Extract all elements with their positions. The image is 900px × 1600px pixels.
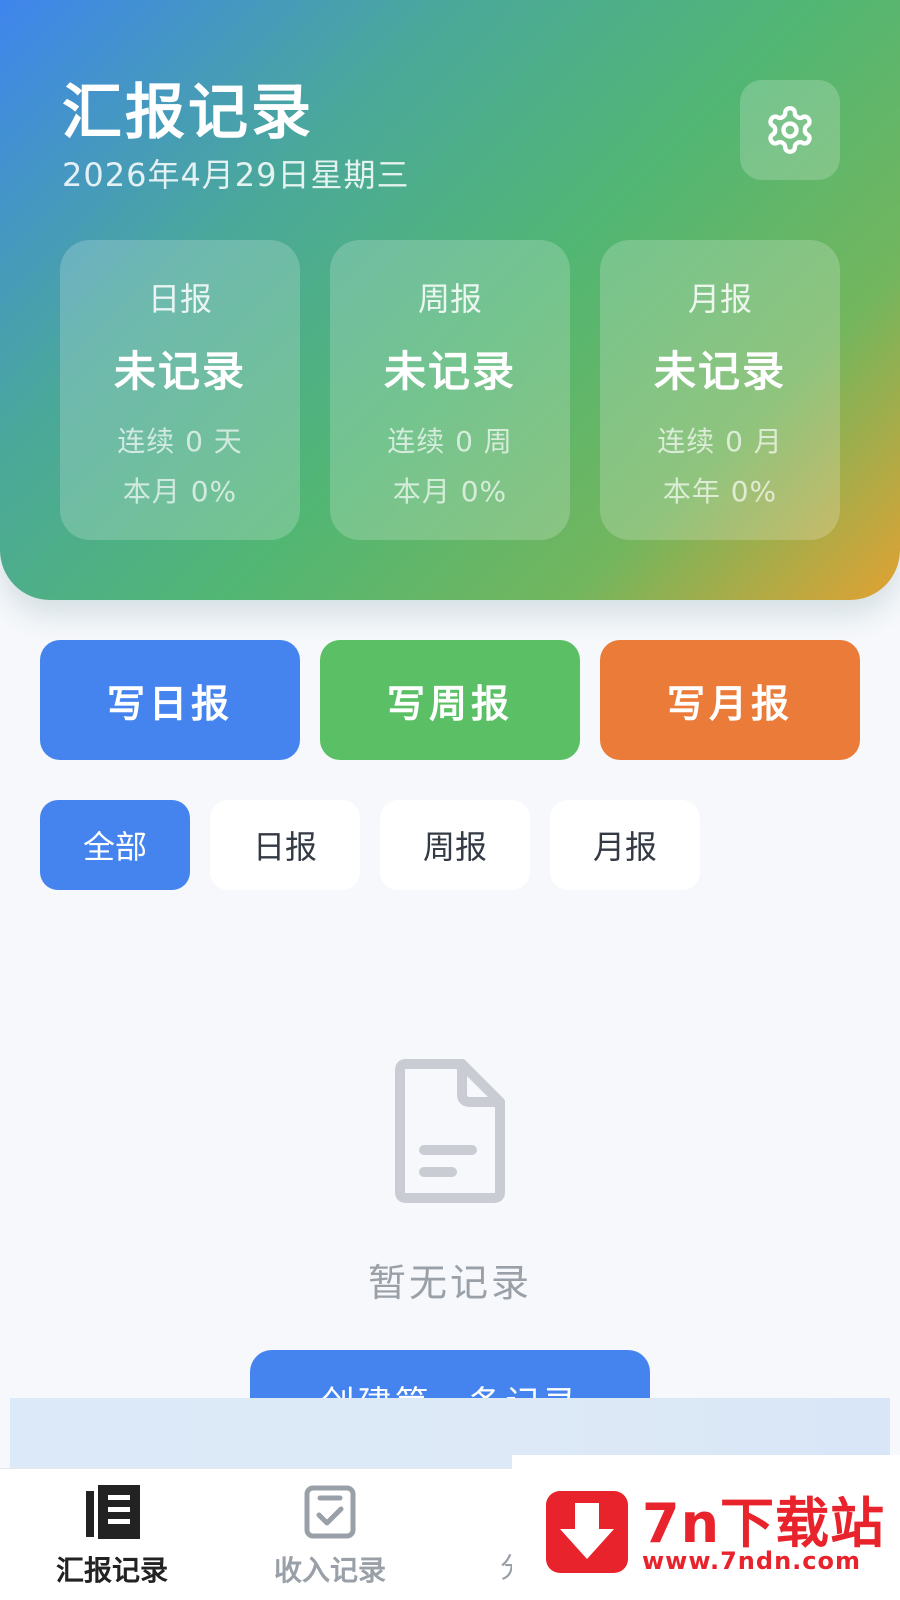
watermark-url: www.7ndn.com <box>642 1547 861 1575</box>
nav-item-reports[interactable]: 汇报记录 <box>12 1469 212 1600</box>
card-streak: 连续 0 天 <box>117 425 243 458</box>
download-logo <box>546 1491 628 1573</box>
card-rate: 本年 0% <box>662 475 778 508</box>
filter-weekly[interactable]: 周报 <box>380 800 530 890</box>
empty-state-text: 暂无记录 <box>367 1261 532 1305</box>
nav-label: 汇报记录 <box>55 1554 168 1587</box>
filter-monthly[interactable]: 月报 <box>550 800 700 890</box>
app-screen: 汇报记录 2026年4月29日星期三 日报 未记录 连续 0 天 本月 0% 周… <box>0 0 900 1600</box>
gear-icon <box>768 106 812 154</box>
page-title: 汇报记录 <box>62 78 314 148</box>
download-arrow-icon <box>560 1503 614 1559</box>
card-rate: 本月 0% <box>392 475 508 508</box>
card-streak: 连续 0 周 <box>387 425 513 458</box>
card-status: 未记录 <box>653 347 786 396</box>
header-panel: 汇报记录 2026年4月29日星期三 日报 未记录 连续 0 天 本月 0% 周… <box>0 0 900 600</box>
settings-button[interactable] <box>740 80 840 180</box>
card-status: 未记录 <box>113 347 246 396</box>
current-date: 2026年4月29日星期三 <box>62 156 410 194</box>
card-status: 未记录 <box>383 347 516 396</box>
filter-daily[interactable]: 日报 <box>210 800 360 890</box>
card-label: 月报 <box>687 280 752 318</box>
nav-item-income[interactable]: 收入记录 <box>230 1469 430 1600</box>
filter-all[interactable]: 全部 <box>40 800 190 890</box>
nav-label: 收入记录 <box>273 1554 386 1587</box>
card-streak: 连续 0 月 <box>657 425 783 458</box>
card-rate: 本月 0% <box>122 475 238 508</box>
stat-cards: 日报 未记录 连续 0 天 本月 0% 周报 未记录 连续 0 周 本月 0% … <box>60 240 840 540</box>
card-label: 日报 <box>147 280 212 318</box>
write-weekly-button[interactable]: 写周报 <box>320 640 580 760</box>
card-label: 周报 <box>417 280 482 318</box>
write-monthly-button[interactable]: 写月报 <box>600 640 860 760</box>
monthly-stat-card[interactable]: 月报 未记录 连续 0 月 本年 0% <box>600 240 840 540</box>
income-check-icon <box>304 1485 356 1539</box>
daily-stat-card[interactable]: 日报 未记录 连续 0 天 本月 0% <box>60 240 300 540</box>
document-icon <box>395 1059 505 1203</box>
write-daily-button[interactable]: 写日报 <box>40 640 300 760</box>
watermark: 7n下载站 www.7ndn.com <box>512 1455 900 1600</box>
weekly-stat-card[interactable]: 周报 未记录 连续 0 周 本月 0% <box>330 240 570 540</box>
report-list-icon <box>86 1485 140 1539</box>
